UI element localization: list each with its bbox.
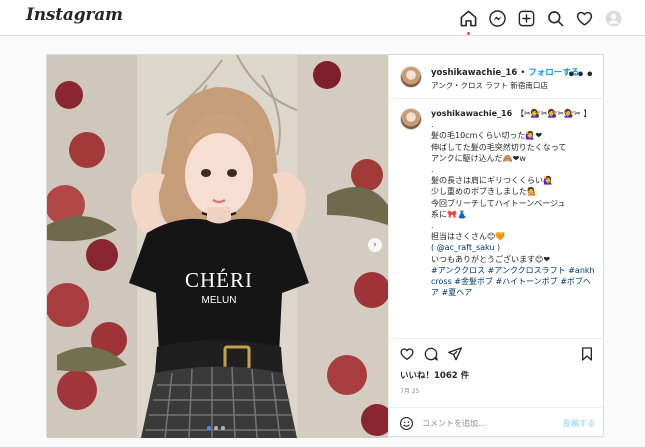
shirt-text-cheri: CHÉRI xyxy=(185,268,253,292)
nav-icon-group xyxy=(458,7,624,35)
emoji-smiley-icon[interactable] xyxy=(399,416,414,431)
active-indicator-dot xyxy=(467,31,470,35)
share-paper-plane-icon[interactable] xyxy=(447,346,463,362)
explore-icon[interactable] xyxy=(545,8,566,29)
caption-line: . xyxy=(431,165,434,175)
caption-avatar[interactable] xyxy=(400,108,422,130)
carousel-dots xyxy=(207,426,225,430)
caption-line: 髪の長さは肩にギリつくくらい🙋‍♀️ xyxy=(431,176,553,186)
caption-line: 少し重めのボブきしました💁 xyxy=(431,187,537,197)
caption-line: . xyxy=(431,120,434,130)
top-navigation-bar: Instagram xyxy=(0,0,645,36)
next-photo-chevron-icon[interactable]: › xyxy=(368,238,382,252)
caption-body: yoshikawachie_16 【✂💇‍♀️✂💇‍♀️✂💇‍♀️✂ 】 . 髪の… xyxy=(431,108,595,298)
post-comment-button[interactable]: 投稿する xyxy=(563,418,595,429)
activity-heart-icon[interactable] xyxy=(574,8,595,29)
caption-username[interactable]: yoshikawachie_16 xyxy=(431,109,512,118)
post-card: CHÉRI MELUN › yoshikawachie_16 • フォローする アン… xyxy=(46,54,605,438)
post-photo-illustration: CHÉRI MELUN xyxy=(47,55,388,438)
post-header: yoshikawachie_16 • フォローする アンク・クロス ラフト 新宿南口… xyxy=(389,55,605,99)
author-line: yoshikawachie_16 • フォローする xyxy=(431,66,579,78)
author-avatar[interactable] xyxy=(400,66,422,88)
caption-line: 髪の毛10cmくらい切った🙋‍♀️❤ xyxy=(431,131,543,141)
caption-line: . xyxy=(431,221,434,231)
post-side-panel: yoshikawachie_16 • フォローする アンク・クロス ラフト 新宿南口… xyxy=(388,55,605,438)
like-heart-icon[interactable] xyxy=(399,346,415,362)
caption-line: アンクに駆け込んだ🙈❤w xyxy=(431,153,526,163)
caption-line: 担当はさくさん😊🧡 xyxy=(431,232,506,242)
separator-dot: • xyxy=(520,68,526,78)
caption-line: いつもありがとうございます😊❤ xyxy=(431,254,551,264)
caption-line: 伸ばしてた髪の毛突然切りたくなって xyxy=(431,142,567,152)
new-post-icon[interactable] xyxy=(516,8,537,29)
home-icon[interactable] xyxy=(458,8,479,35)
post-date[interactable]: 7月 25 xyxy=(400,386,419,395)
post-action-bar xyxy=(389,338,605,366)
comment-input[interactable] xyxy=(422,415,552,431)
post-photo[interactable]: CHÉRI MELUN › xyxy=(47,55,388,438)
save-bookmark-icon[interactable] xyxy=(579,346,595,362)
carousel-dot-active xyxy=(207,426,211,430)
carousel-dot xyxy=(221,426,225,430)
messenger-icon[interactable] xyxy=(487,8,508,29)
shirt-text-melun: MELUN xyxy=(201,295,236,306)
post-location[interactable]: アンク・クロス ラフト 新宿南口店 xyxy=(431,80,548,91)
post-caption: yoshikawachie_16 【✂💇‍♀️✂💇‍♀️✂💇‍♀️✂ 】 . 髪の… xyxy=(389,100,605,335)
caption-line: 【✂💇‍♀️✂💇‍♀️✂💇‍♀️✂ 】 xyxy=(516,109,592,118)
comment-bubble-icon[interactable] xyxy=(423,346,439,362)
carousel-dot xyxy=(214,426,218,430)
caption-mention[interactable]: ( @ac_raft_saku ) xyxy=(431,243,500,252)
caption-line: 系に🎀👗 xyxy=(431,209,467,219)
more-options-icon[interactable]: ••• xyxy=(567,68,595,83)
caption-hashtags[interactable]: #アンククロス #アンククロスラフト #ankhcross #金髪ボブ #ハイト… xyxy=(431,266,595,297)
comment-composer: 投稿する xyxy=(389,407,605,438)
profile-avatar[interactable] xyxy=(603,8,624,29)
instagram-logo[interactable]: Instagram xyxy=(26,5,123,25)
like-count[interactable]: いいね！1062 件 xyxy=(400,369,469,381)
caption-line: 今回ブリーチしてハイトーンベージュ xyxy=(431,198,566,208)
author-username[interactable]: yoshikawachie_16 xyxy=(431,68,517,78)
